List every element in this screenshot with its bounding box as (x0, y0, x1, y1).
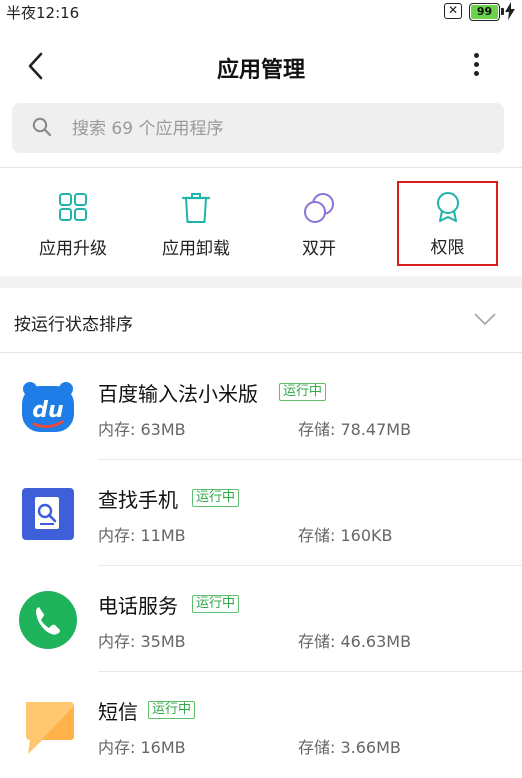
status-badge: 运行中 (192, 595, 240, 613)
chevron-down-icon (474, 313, 496, 326)
battery-icon: 99 (469, 3, 504, 21)
action-dual-apps[interactable]: 双开 (254, 170, 384, 270)
divider (0, 352, 522, 353)
dual-circle-icon (304, 193, 334, 223)
app-name: 电话服务 (98, 594, 178, 618)
quick-actions: 应用升级 应用卸载 双开 权限 (0, 170, 522, 270)
action-app-uninstall[interactable]: 应用卸载 (131, 170, 261, 270)
app-storage: 存储: 3.66MB (298, 738, 401, 757)
app-list-item[interactable]: du 百度输入法小米版 运行中 内存: 63MB 存储: 78.47MB (0, 354, 522, 460)
more-dot-icon (473, 62, 479, 67)
search-icon (32, 117, 52, 137)
sort-label: 按运行状态排序 (14, 315, 133, 335)
action-label: 应用卸载 (162, 239, 230, 259)
more-dot-icon (473, 71, 479, 76)
status-time: 半夜12:16 (6, 4, 80, 22)
messages-icon (26, 702, 74, 754)
charging-icon (505, 2, 515, 20)
svg-text:du: du (32, 398, 63, 423)
action-permissions[interactable]: 权限 (397, 181, 498, 266)
app-memory: 内存: 35MB (98, 632, 186, 651)
status-badge: 运行中 (279, 383, 327, 401)
action-label: 双开 (302, 239, 336, 259)
app-list-item[interactable]: 电话服务 运行中 内存: 35MB 存储: 46.63MB (0, 566, 522, 672)
phone-icon (19, 591, 77, 649)
app-storage: 存储: 46.63MB (298, 632, 412, 651)
app-memory: 内存: 63MB (98, 420, 186, 439)
action-label: 应用升级 (39, 239, 107, 259)
app-header: 应用管理 (0, 26, 522, 106)
trash-icon (181, 193, 211, 223)
action-app-upgrade[interactable]: 应用升级 (8, 170, 138, 270)
battery-level: 99 (471, 5, 498, 19)
grid-icon (59, 193, 87, 221)
more-options-button[interactable] (462, 50, 490, 82)
app-name: 百度输入法小米版 (98, 382, 258, 406)
app-name: 查找手机 (98, 488, 178, 512)
app-memory: 内存: 16MB (98, 738, 186, 757)
app-list-item[interactable]: 查找手机 运行中 内存: 11MB 存储: 160KB (0, 460, 522, 566)
status-badge: 运行中 (148, 701, 196, 719)
app-memory: 内存: 11MB (98, 526, 186, 545)
app-storage: 存储: 78.47MB (298, 420, 412, 439)
status-bar: 半夜12:16 ✕ 99 (0, 0, 522, 24)
sort-dropdown[interactable]: 按运行状态排序 (0, 288, 522, 352)
search-input[interactable] (70, 115, 474, 143)
status-badge: 运行中 (192, 489, 240, 507)
page-title: 应用管理 (216, 58, 305, 83)
ribbon-icon (436, 192, 459, 222)
divider (0, 167, 522, 168)
find-phone-icon (22, 488, 74, 540)
sim-card-icon: ✕ (444, 3, 462, 19)
search-bar[interactable] (12, 103, 504, 153)
section-gap (0, 276, 522, 288)
app-name: 短信 (98, 700, 138, 724)
more-dot-icon (473, 53, 479, 58)
action-label: 权限 (430, 238, 465, 258)
app-storage: 存储: 160KB (298, 526, 393, 545)
app-list-item[interactable]: 短信 运行中 内存: 16MB 存储: 3.66MB (0, 672, 522, 778)
baidu-du-icon: du (22, 382, 74, 432)
